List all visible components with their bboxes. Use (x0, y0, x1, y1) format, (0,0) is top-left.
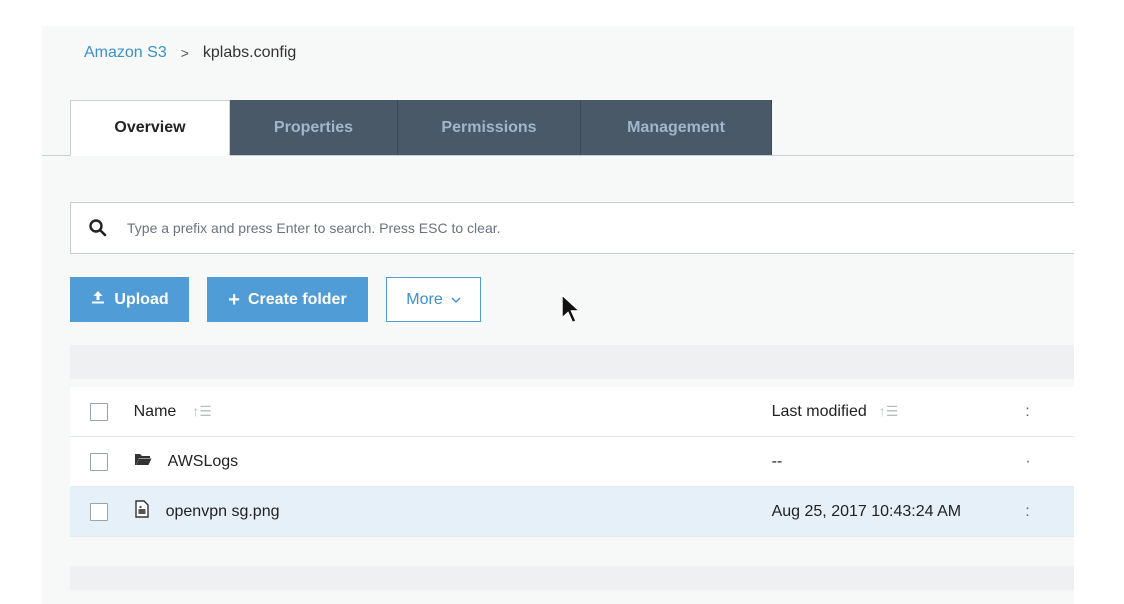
row-checkbox[interactable] (90, 502, 108, 521)
folder-icon (134, 452, 152, 471)
column-header-last-modified[interactable]: Last modified (772, 403, 867, 421)
more-label: More (406, 290, 443, 308)
toolbar-spacer (70, 345, 1074, 379)
table-footer-band (70, 566, 1074, 590)
object-name[interactable]: openvpn sg.png (166, 503, 280, 521)
plus-icon: + (228, 288, 240, 311)
table-header-row: Name ↑☰ Last modified ↑☰ : (70, 387, 1074, 437)
search-input[interactable] (125, 219, 1074, 237)
upload-button[interactable]: Upload (70, 277, 189, 322)
object-name[interactable]: AWSLogs (168, 453, 239, 471)
upload-icon (90, 289, 106, 310)
breadcrumb: Amazon S3 > kplabs.config (84, 44, 296, 62)
tab-bar: Overview Properties Permissions Manageme… (70, 100, 772, 156)
search-bar (70, 202, 1074, 254)
tab-overview[interactable]: Overview (70, 100, 230, 156)
object-last-modified: Aug 25, 2017 10:43:24 AM (771, 502, 962, 520)
breadcrumb-current: kplabs.config (202, 44, 297, 61)
image-file-icon (134, 500, 150, 523)
search-icon (87, 217, 109, 239)
tab-properties[interactable]: Properties (230, 100, 398, 155)
row-extra: : (1025, 502, 1030, 520)
chevron-down-icon (451, 291, 461, 309)
more-dropdown-button[interactable]: More (386, 277, 481, 322)
row-extra: · (1025, 452, 1031, 470)
sort-icon[interactable]: ↑☰ (879, 403, 899, 420)
object-last-modified: -- (771, 452, 783, 470)
column-header-name[interactable]: Name (134, 403, 177, 421)
table-row[interactable]: AWSLogs -- · (70, 437, 1074, 487)
row-checkbox[interactable] (90, 452, 108, 471)
create-folder-label: Create folder (247, 290, 347, 308)
tab-permissions[interactable]: Permissions (398, 100, 581, 155)
sort-icon[interactable]: ↑☰ (192, 403, 212, 420)
mouse-cursor-icon (560, 293, 582, 331)
objects-table: Name ↑☰ Last modified ↑☰ : AWSLogs -- · (70, 387, 1074, 537)
tab-management[interactable]: Management (581, 100, 772, 155)
breadcrumb-root-link[interactable]: Amazon S3 (84, 44, 167, 62)
breadcrumb-separator: > (180, 45, 189, 61)
column-header-extra: : (1025, 402, 1030, 420)
create-folder-button[interactable]: + Create folder (207, 277, 368, 322)
select-all-checkbox[interactable] (90, 402, 108, 421)
upload-label: Upload (114, 290, 169, 308)
table-row[interactable]: openvpn sg.png Aug 25, 2017 10:43:24 AM … (70, 487, 1074, 537)
